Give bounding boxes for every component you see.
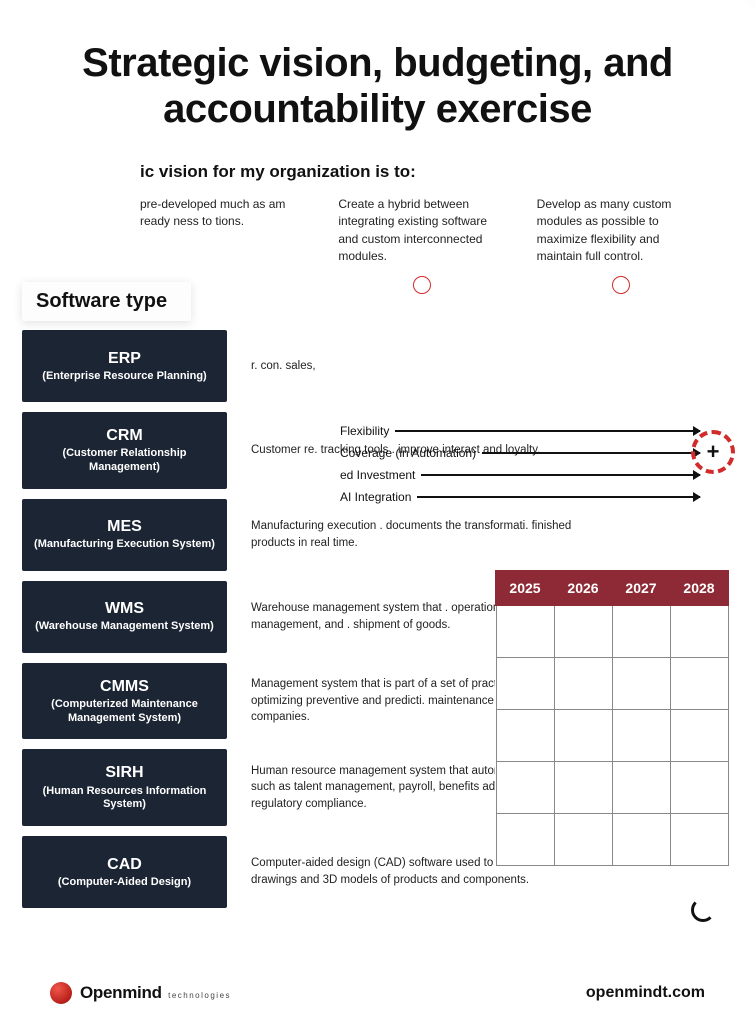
year-planning-table: 2025 2026 2027 2028 xyxy=(495,570,729,866)
year-header: 2027 xyxy=(612,571,670,605)
year-header: 2026 xyxy=(554,571,612,605)
software-card-crm: CRM (Customer Relationship Management) xyxy=(22,412,227,489)
table-row: MES (Manufacturing Execution System) Man… xyxy=(22,499,612,571)
software-desc: r. con. sales, xyxy=(227,330,612,402)
option-2: Create a hybrid between integrating exis… xyxy=(338,196,506,266)
software-card-mes: MES (Manufacturing Execution System) xyxy=(22,499,227,571)
software-type-heading: Software type xyxy=(22,282,191,321)
option-1: pre-developed much as am ready ness to t… xyxy=(140,196,308,266)
software-card-wms: WMS (Warehouse Management System) xyxy=(22,581,227,653)
logo-icon xyxy=(50,982,72,1004)
software-desc: Manufacturing execution . documents the … xyxy=(227,499,612,571)
option-radios xyxy=(140,276,705,294)
table-row: ERP (Enterprise Resource Planning) r. co… xyxy=(22,330,612,402)
plus-badge-icon: + xyxy=(691,430,735,474)
website-url: openmindt.com xyxy=(586,984,705,1002)
year-header: 2028 xyxy=(670,571,728,605)
radio-option-3[interactable] xyxy=(612,276,630,294)
brand-logo: Openmind technologies xyxy=(50,982,231,1004)
year-header: 2025 xyxy=(496,571,554,605)
footer: Openmind technologies openmindt.com xyxy=(0,982,755,1004)
radio-option-2[interactable] xyxy=(413,276,431,294)
vision-prompt: ic vision for my organization is to: xyxy=(140,162,705,182)
loading-arc-icon xyxy=(691,898,715,922)
table-row: CRM (Customer Relationship Management) C… xyxy=(22,412,612,489)
vision-options: pre-developed much as am ready ness to t… xyxy=(140,196,705,266)
software-card-cad: CAD (Computer-Aided Design) xyxy=(22,836,227,908)
software-desc: Customer re. tracking tools . improve in… xyxy=(227,412,612,489)
page-title: Strategic vision, budgeting, and account… xyxy=(50,40,705,132)
software-card-sirh: SIRH (Human Resources Information System… xyxy=(22,749,227,826)
software-card-erp: ERP (Enterprise Resource Planning) xyxy=(22,330,227,402)
software-card-cmms: CMMS (Computerized Maintenance Managemen… xyxy=(22,663,227,740)
option-3: Develop as many custom modules as possib… xyxy=(537,196,705,266)
